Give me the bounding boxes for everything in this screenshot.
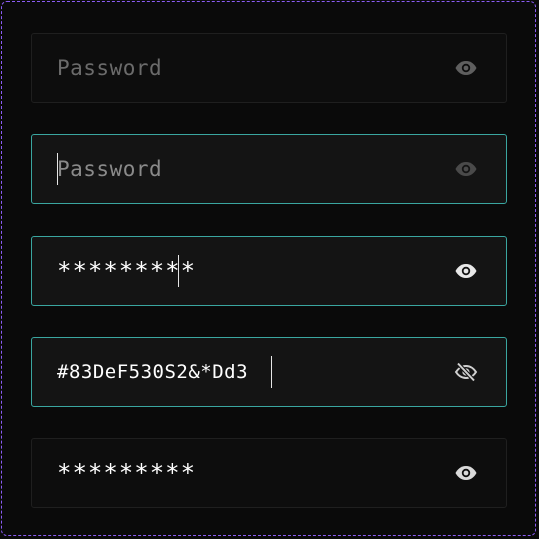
eye-icon[interactable]	[454, 158, 478, 180]
eye-icon[interactable]	[454, 57, 478, 79]
text-caret	[178, 255, 179, 287]
password-masked-value: *********	[57, 459, 197, 487]
password-field-filled[interactable]: *********	[31, 438, 507, 508]
password-field-focused[interactable]: Password	[31, 134, 507, 204]
text-caret	[271, 356, 272, 388]
password-field[interactable]: Password	[31, 33, 507, 103]
eye-icon[interactable]	[454, 260, 478, 282]
eye-off-icon[interactable]	[454, 361, 478, 383]
password-revealed-value: #83DeF530S2&*Dd3	[57, 361, 249, 383]
password-placeholder: Password	[57, 157, 163, 181]
password-field-masked-focused[interactable]: *********	[31, 236, 507, 306]
eye-icon[interactable]	[454, 462, 478, 484]
password-placeholder: Password	[57, 56, 163, 80]
password-masked-value: *********	[57, 257, 197, 285]
password-field-revealed[interactable]: #83DeF530S2&*Dd3	[31, 337, 507, 407]
